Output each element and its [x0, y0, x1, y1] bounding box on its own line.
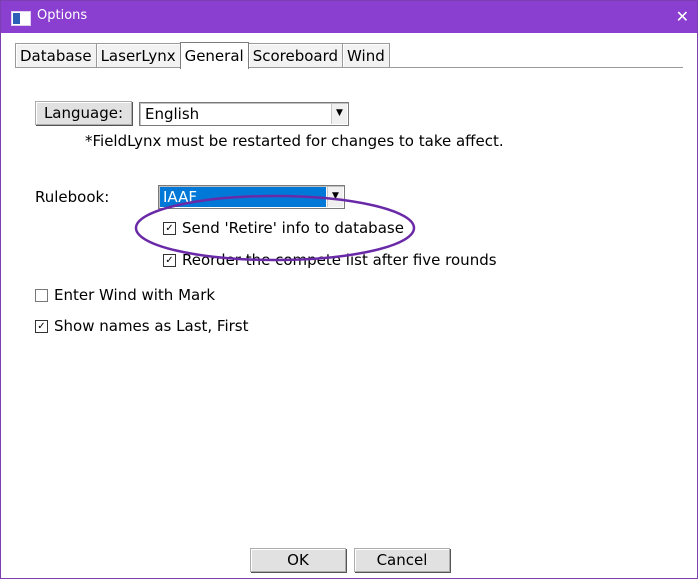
enter-wind-checkbox[interactable]: Enter Wind with Mark — [35, 286, 215, 304]
title-bar: Options ✕ — [1, 1, 697, 33]
tab-divider — [15, 67, 683, 68]
ok-button[interactable]: OK — [250, 548, 346, 572]
language-value: English — [145, 105, 200, 123]
empty-checkbox-icon — [35, 288, 48, 302]
highlight-ellipse — [134, 194, 416, 262]
tab-laserlynx[interactable]: LaserLynx — [95, 43, 181, 68]
enter-wind-label: Enter Wind with Mark — [54, 286, 216, 304]
tab-wind[interactable]: Wind — [342, 43, 390, 68]
check-icon: ✓ — [35, 319, 48, 333]
show-names-label: Show names as Last, First — [54, 317, 249, 335]
show-names-checkbox[interactable]: ✓ Show names as Last, First — [35, 317, 249, 335]
window-app-icon — [11, 11, 31, 26]
cancel-button[interactable]: Cancel — [354, 548, 450, 572]
options-dialog: Options ✕ Database LaserLynx General Sco… — [0, 0, 698, 579]
restart-note: *FieldLynx must be restarted for changes… — [85, 132, 504, 150]
chevron-down-icon: ▼ — [331, 104, 347, 124]
close-icon[interactable]: ✕ — [676, 7, 689, 26]
language-button[interactable]: Language: — [35, 101, 132, 125]
rulebook-label: Rulebook: — [35, 188, 110, 206]
tab-general[interactable]: General — [179, 42, 249, 69]
tab-strip: Database LaserLynx General Scoreboard Wi… — [15, 41, 390, 69]
tab-database[interactable]: Database — [15, 43, 97, 68]
language-select[interactable]: English ▼ — [139, 102, 349, 126]
window-title: Options — [37, 8, 88, 23]
tab-scoreboard[interactable]: Scoreboard — [247, 43, 344, 68]
